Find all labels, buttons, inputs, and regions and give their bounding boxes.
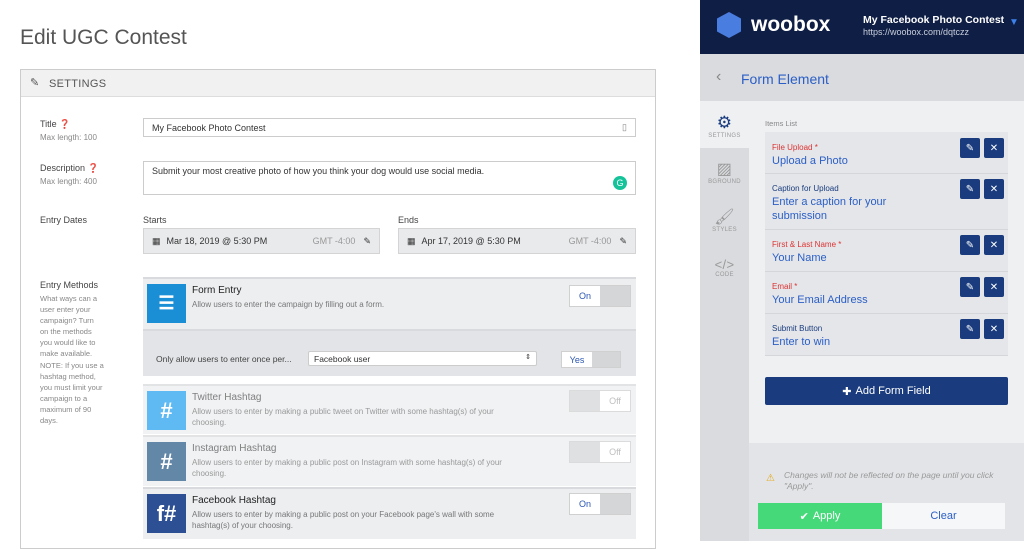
list-item[interactable]: Email * Your Email Address ✎ ✕ bbox=[765, 272, 1008, 314]
once-per-select[interactable]: Facebook user ⇕ bbox=[308, 351, 537, 366]
instagram-hashtag-icon: # bbox=[147, 442, 186, 481]
contest-name[interactable]: My Facebook Photo Contest bbox=[863, 14, 1004, 26]
method-title: Twitter Hashtag bbox=[192, 392, 262, 403]
code-icon: </> bbox=[714, 257, 735, 272]
list-item[interactable]: File Upload * Upload a Photo ✎ ✕ bbox=[765, 132, 1008, 174]
page-title: Edit UGC Contest bbox=[20, 26, 187, 49]
edit-icon[interactable]: ✎ bbox=[960, 179, 980, 199]
twitter-hashtag-icon: # bbox=[147, 391, 186, 430]
help-icon: ❓ bbox=[59, 119, 71, 129]
warning-icon: ⚠ bbox=[766, 473, 775, 484]
entry-methods-note: NOTE: If you use a hashtag method, you m… bbox=[40, 361, 104, 425]
method-desc: Allow users to enter by making a public … bbox=[192, 510, 495, 530]
help-icon: ❓ bbox=[87, 163, 99, 173]
tab-background[interactable]: ▨ BGROUND bbox=[700, 159, 749, 185]
once-per-row: Only allow users to enter once per... Fa… bbox=[143, 329, 636, 376]
method-desc: Allow users to enter by making a public … bbox=[192, 458, 502, 478]
form-entry-toggle[interactable]: On bbox=[569, 285, 631, 307]
calendar-icon: ▦ bbox=[407, 235, 416, 246]
select-arrows-icon: ⇕ bbox=[525, 354, 531, 361]
end-date-field[interactable]: ▦ Apr 17, 2019 @ 5:30 PM GMT -4:00 ✎ bbox=[398, 228, 636, 254]
check-icon: ✔ bbox=[799, 510, 809, 523]
title-help: Max length: 100 bbox=[40, 133, 97, 142]
chevron-down-icon[interactable]: ▼ bbox=[1009, 17, 1019, 28]
tab-code[interactable]: </> CODE bbox=[700, 257, 749, 278]
title-label: Title ❓ bbox=[40, 119, 71, 129]
grammarly-icon: G bbox=[613, 176, 627, 190]
method-title: Form Entry bbox=[192, 285, 242, 296]
close-icon[interactable]: ✕ bbox=[984, 179, 1004, 199]
edit-icon: ✎ bbox=[30, 77, 40, 89]
method-form-entry: ☰ Form Entry Allow users to enter the ca… bbox=[143, 277, 636, 329]
contest-url[interactable]: https://woobox.com/dqtczz bbox=[863, 27, 969, 37]
settings-header: ✎ SETTINGS bbox=[21, 70, 655, 97]
description-help: Max length: 400 bbox=[40, 177, 97, 186]
clear-button[interactable]: Clear bbox=[882, 503, 1005, 529]
editor-header: woobox My Facebook Photo Contest https:/… bbox=[700, 0, 1024, 54]
list-item[interactable]: Submit Button Enter to win ✎ ✕ bbox=[765, 314, 1008, 356]
tab-settings[interactable]: ⚙ SETTINGS bbox=[700, 101, 749, 148]
method-facebook-hashtag: f# Facebook Hashtag Allow users to enter… bbox=[143, 487, 636, 539]
editor-main: Items List File Upload * Upload a Photo … bbox=[749, 101, 1024, 541]
brush-icon: 🖌 bbox=[714, 209, 735, 226]
editor-sidebar: ⚙ SETTINGS ▨ BGROUND 🖌 STYLES </> CODE bbox=[700, 101, 749, 541]
close-icon[interactable]: ✕ bbox=[984, 138, 1004, 158]
edit-icon: ✎ bbox=[363, 235, 371, 246]
calendar-icon: ▦ bbox=[152, 235, 161, 246]
tab-styles[interactable]: 🖌 STYLES bbox=[700, 207, 749, 233]
method-title: Instagram Hashtag bbox=[192, 443, 277, 454]
editor-footer: ⚠ Changes will not be reflected on the p… bbox=[749, 443, 1024, 541]
once-per-label: Only allow users to enter once per... bbox=[156, 354, 292, 364]
close-icon[interactable]: ✕ bbox=[984, 319, 1004, 339]
method-desc: Allow users to enter by making a public … bbox=[192, 407, 494, 427]
close-icon[interactable]: ✕ bbox=[984, 277, 1004, 297]
edit-icon: ✎ bbox=[619, 235, 627, 246]
back-icon[interactable]: ‹ bbox=[716, 68, 721, 86]
start-date-field[interactable]: ▦ Mar 18, 2019 @ 5:30 PM GMT -4:00 ✎ bbox=[143, 228, 380, 254]
plus-icon: ✚ bbox=[842, 385, 852, 398]
ends-label: Ends bbox=[398, 215, 419, 225]
instagram-toggle[interactable]: Off bbox=[569, 441, 631, 463]
entry-methods-label: Entry Methods bbox=[40, 280, 99, 290]
field-icon: ▯ bbox=[622, 122, 627, 132]
facebook-toggle[interactable]: On bbox=[569, 493, 631, 515]
woobox-logo-icon bbox=[717, 12, 741, 38]
title-input[interactable]: My Facebook Photo Contest ▯ bbox=[143, 118, 636, 137]
form-entry-icon: ☰ bbox=[147, 284, 186, 323]
edit-icon[interactable]: ✎ bbox=[960, 138, 980, 158]
apply-button[interactable]: ✔ Apply bbox=[758, 503, 882, 529]
description-label: Description ❓ bbox=[40, 163, 99, 173]
method-title: Facebook Hashtag bbox=[192, 495, 276, 506]
list-item[interactable]: First & Last Name * Your Name ✎ ✕ bbox=[765, 230, 1008, 272]
entry-dates-label: Entry Dates bbox=[40, 215, 88, 225]
settings-heading: SETTINGS bbox=[49, 78, 107, 90]
once-per-toggle[interactable]: Yes bbox=[561, 351, 621, 368]
twitter-toggle[interactable]: Off bbox=[569, 390, 631, 412]
edit-icon[interactable]: ✎ bbox=[960, 277, 980, 297]
add-form-field-button[interactable]: ✚ Add Form Field bbox=[765, 377, 1008, 405]
method-instagram-hashtag: # Instagram Hashtag Allow users to enter… bbox=[143, 435, 636, 486]
edit-icon[interactable]: ✎ bbox=[960, 319, 980, 339]
panel-header: ‹ Form Element bbox=[700, 54, 1024, 101]
method-desc: Allow users to enter the campaign by fil… bbox=[192, 300, 385, 309]
list-item[interactable]: Caption for Upload Enter a caption for y… bbox=[765, 174, 1008, 230]
items-list-label: Items List bbox=[765, 119, 798, 128]
edit-icon[interactable]: ✎ bbox=[960, 235, 980, 255]
description-textarea[interactable]: Submit your most creative photo of how y… bbox=[143, 161, 636, 195]
facebook-hashtag-icon: f# bbox=[147, 494, 186, 533]
entry-methods-help: What ways can a user enter your campaign… bbox=[40, 294, 98, 358]
image-icon: ▨ bbox=[716, 161, 733, 178]
close-icon[interactable]: ✕ bbox=[984, 235, 1004, 255]
gear-icon: ⚙ bbox=[716, 113, 733, 132]
starts-label: Starts bbox=[143, 215, 167, 225]
method-twitter-hashtag: # Twitter Hashtag Allow users to enter b… bbox=[143, 384, 636, 434]
warning-text: Changes will not be reflected on the pag… bbox=[784, 470, 994, 491]
brand-name: woobox bbox=[751, 13, 831, 36]
panel-title: Form Element bbox=[741, 71, 829, 87]
